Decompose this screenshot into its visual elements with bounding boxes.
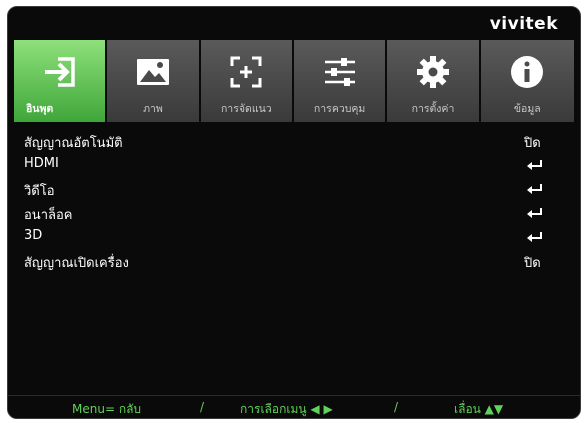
menu-row-value: ปิด — [524, 136, 541, 151]
menu-tabs: อินพุต ภาพ การจัดแนว การควบคุม การตั้งค่… — [14, 40, 574, 122]
footer-separator: / — [394, 400, 399, 414]
menu-row-hdmi[interactable]: HDMI — [8, 153, 580, 177]
input-icon — [44, 57, 75, 87]
tab-settings-label: การตั้งค่า — [411, 103, 455, 115]
menu-row-auto-source[interactable]: สัญญาณอัตโนมัติ ปิด — [8, 129, 580, 153]
enter-icon — [527, 160, 542, 170]
footer-separator: / — [200, 400, 205, 414]
brand-logo: vivitek — [489, 14, 558, 34]
menu-row-label: วิดีโอ — [24, 184, 55, 199]
menu-row-label: สัญญาณอัตโนมัติ — [24, 136, 123, 151]
footer-scroll-hint: เลื่อน ▲▼ — [454, 402, 504, 416]
footer-back-hint: Menu= กลับ — [72, 402, 142, 416]
tab-image-label: ภาพ — [143, 103, 163, 115]
tab-input[interactable]: อินพุต — [14, 40, 106, 122]
menu-row-analog[interactable]: อนาล็อค — [8, 201, 580, 225]
tab-settings[interactable]: การตั้งค่า — [387, 40, 479, 122]
tab-info[interactable]: ข้อมูล — [480, 40, 574, 122]
menu-row-label: HDMI — [24, 156, 59, 171]
enter-icon — [527, 184, 542, 194]
menu-row-label: 3D — [24, 228, 43, 243]
menu-row-value: ปิด — [524, 256, 541, 271]
alignment-icon — [230, 56, 262, 88]
projector-osd-menu: vivitek อินพุต ภาพ การจัดแนว การควบคุม ก… — [7, 6, 581, 419]
tab-alignment[interactable]: การจัดแนว — [200, 40, 292, 122]
menu-row-3d[interactable]: 3D — [8, 225, 580, 249]
menu-row-video[interactable]: วิดีโอ — [8, 177, 580, 201]
menu-row-power-on-source[interactable]: สัญญาณเปิดเครื่อง ปิด — [8, 249, 580, 273]
info-icon — [511, 56, 544, 88]
tab-info-label: ข้อมูล — [513, 103, 541, 115]
enter-icon — [527, 232, 542, 242]
menu-row-label: อนาล็อค — [24, 208, 73, 223]
input-menu-list: สัญญาณอัตโนมัติ ปิด HDMI วิดีโอ อนาล็อค — [8, 129, 580, 273]
footer-select-hint: การเลือกเมนู ◀ ▶ — [240, 402, 333, 416]
gear-icon — [416, 56, 449, 88]
image-icon — [136, 59, 169, 85]
tab-alignment-label: การจัดแนว — [220, 103, 272, 115]
tab-input-label: อินพุต — [26, 103, 54, 115]
menu-row-label: สัญญาณเปิดเครื่อง — [24, 256, 129, 271]
tab-control[interactable]: การควบคุม — [293, 40, 386, 122]
footer-help-bar: Menu= กลับ / การเลือกเมนู ◀ ▶ / เลื่อน ▲… — [8, 395, 580, 418]
enter-icon — [527, 208, 542, 218]
tab-control-label: การควบคุม — [313, 103, 366, 115]
sliders-icon — [324, 58, 355, 86]
tab-image[interactable]: ภาพ — [107, 40, 199, 122]
